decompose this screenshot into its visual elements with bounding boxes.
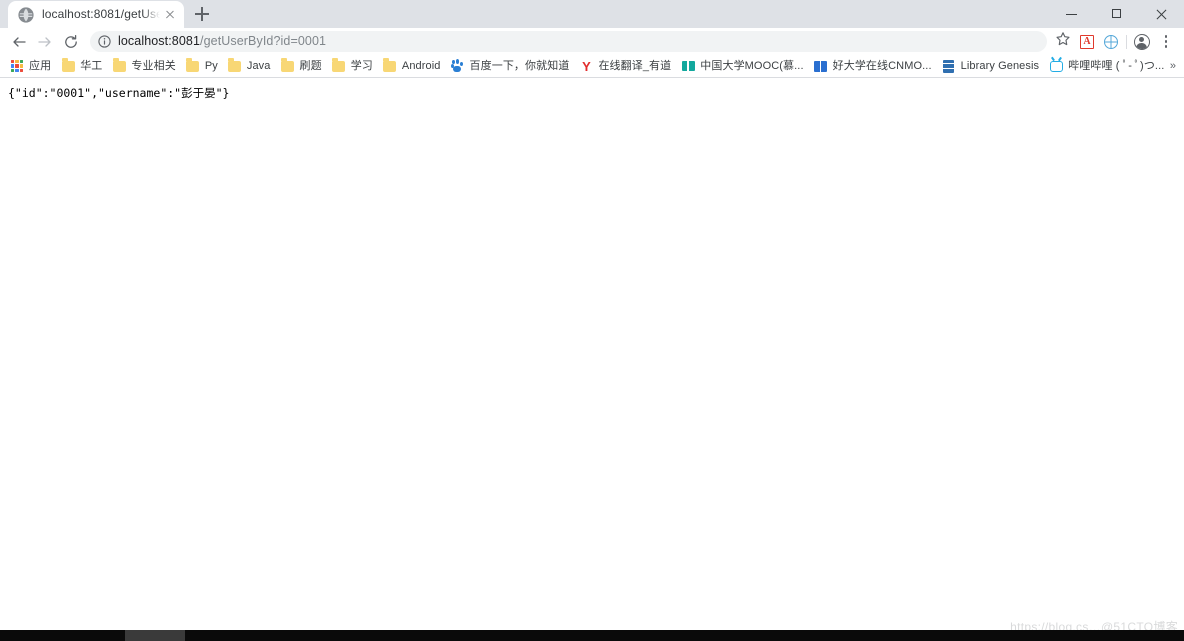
new-tab-button[interactable] (188, 0, 216, 28)
library-genesis-icon (942, 59, 956, 73)
bookmark-apps[interactable]: 应用 (6, 57, 57, 75)
bookmark-star-button[interactable] (1051, 30, 1075, 54)
bookmark-label: Py (204, 60, 218, 72)
bookmark-folder-study[interactable]: 学习 (328, 57, 379, 75)
toolbar-divider (1126, 34, 1127, 49)
folder-icon (281, 58, 295, 73)
globe-icon (18, 6, 34, 23)
bookmark-label: 应用 (29, 60, 52, 72)
info-circle-icon[interactable] (98, 35, 111, 48)
chrome-menu-button[interactable] (1154, 30, 1178, 54)
folder-icon (332, 58, 346, 73)
folder-icon (61, 58, 75, 73)
bookmark-folder-huagong[interactable]: 华工 (57, 57, 108, 75)
star-icon (1055, 31, 1071, 52)
bookmarks-overflow-button[interactable]: » (1167, 55, 1179, 77)
bookmark-cnmooc[interactable]: 好大学在线CNMO... (810, 57, 938, 75)
globe-extension-button[interactable] (1099, 30, 1123, 54)
bookmark-label: 好大学在线CNMO... (832, 60, 932, 72)
url-host: localhost:8081 (118, 34, 201, 48)
youdao-y-icon: Y (582, 58, 591, 74)
folder-icon (112, 58, 126, 73)
url-text: localhost:8081/getUserById?id=0001 (118, 31, 326, 52)
bookmark-label: Library Genesis (960, 60, 1040, 72)
os-taskbar (0, 630, 1184, 641)
reload-button[interactable] (58, 29, 84, 55)
kebab-menu-icon (1164, 35, 1168, 48)
bookmark-folder-py[interactable]: Py (182, 57, 224, 75)
bookmark-label: 学习 (350, 60, 373, 72)
chevron-double-right-icon: » (1169, 60, 1176, 72)
open-book-icon (814, 59, 828, 73)
browser-toolbar: localhost:8081/getUserById?id=0001 A (0, 28, 1184, 55)
globe-extension-icon (1104, 34, 1118, 49)
reload-icon (63, 34, 79, 50)
forward-button[interactable] (32, 29, 58, 55)
tab-active[interactable]: localhost:8081/getUserById?id (8, 1, 184, 28)
page-content: {"id":"0001","username":"彭于晏"} https://b… (0, 78, 1184, 641)
arrow-left-icon (11, 34, 27, 50)
minimize-icon[interactable] (1049, 0, 1094, 28)
maximize-icon[interactable] (1094, 0, 1139, 28)
bookmark-youdao[interactable]: Y 在线翻译_有道 (575, 57, 677, 75)
window-controls (1049, 0, 1184, 28)
bookmark-folder-major[interactable]: 专业相关 (108, 57, 181, 75)
mooc-book-icon (681, 59, 695, 73)
bookmark-library-genesis[interactable]: Library Genesis (938, 57, 1046, 75)
folder-icon (228, 58, 242, 73)
bookmark-label: 刷题 (299, 60, 322, 72)
bookmark-label: 华工 (80, 60, 103, 72)
url-path: /getUserById?id=0001 (200, 34, 327, 48)
bookmark-folder-java[interactable]: Java (224, 57, 277, 75)
arrow-right-icon (37, 34, 53, 50)
bookmark-label: 专业相关 (131, 60, 176, 72)
bookmark-label: Java (246, 60, 271, 72)
taskbar-active-item[interactable] (125, 630, 185, 641)
bookmark-folder-android[interactable]: Android (379, 57, 447, 75)
json-response-body: {"id":"0001","username":"彭于晏"} (8, 86, 230, 100)
bookmark-label: Android (401, 60, 441, 72)
apps-grid-icon (10, 59, 24, 73)
bookmark-bilibili[interactable]: 哔哩哔哩 ( ﾟ- ﾟ)つ... (1045, 57, 1170, 75)
bookmark-label: 在线翻译_有道 (598, 60, 672, 72)
browser-window: localhost:8081/getUserById?id (0, 0, 1184, 641)
profile-button[interactable] (1130, 30, 1154, 54)
bookmark-folder-shuati[interactable]: 刷题 (277, 57, 328, 75)
bilibili-tv-icon (1049, 59, 1063, 73)
back-button[interactable] (6, 29, 32, 55)
bookmark-label: 中国大学MOOC(慕... (700, 60, 804, 72)
close-icon[interactable] (162, 7, 178, 23)
baidu-paw-icon (450, 59, 465, 73)
bookmarks-bar: 应用 华工 专业相关 Py Java 刷题 学习 Android 百度一下，你就… (0, 55, 1184, 78)
folder-icon (186, 58, 200, 73)
folder-icon (383, 58, 397, 73)
bookmark-label: 哔哩哔哩 ( ﾟ- ﾟ)つ... (1068, 60, 1165, 72)
avatar-icon (1134, 33, 1150, 50)
tab-strip: localhost:8081/getUserById?id (0, 0, 1184, 28)
address-bar[interactable]: localhost:8081/getUserById?id=0001 (90, 31, 1047, 52)
acrobat-icon: A (1080, 34, 1094, 49)
bookmark-mooc[interactable]: 中国大学MOOC(慕... (677, 57, 809, 75)
tab-title: localhost:8081/getUserById?id (42, 7, 160, 21)
bookmark-baidu[interactable]: 百度一下，你就知道 (447, 57, 576, 75)
close-window-icon[interactable] (1139, 0, 1184, 28)
adobe-acrobat-extension-button[interactable]: A (1075, 30, 1099, 54)
bookmark-label: 百度一下，你就知道 (469, 60, 570, 72)
